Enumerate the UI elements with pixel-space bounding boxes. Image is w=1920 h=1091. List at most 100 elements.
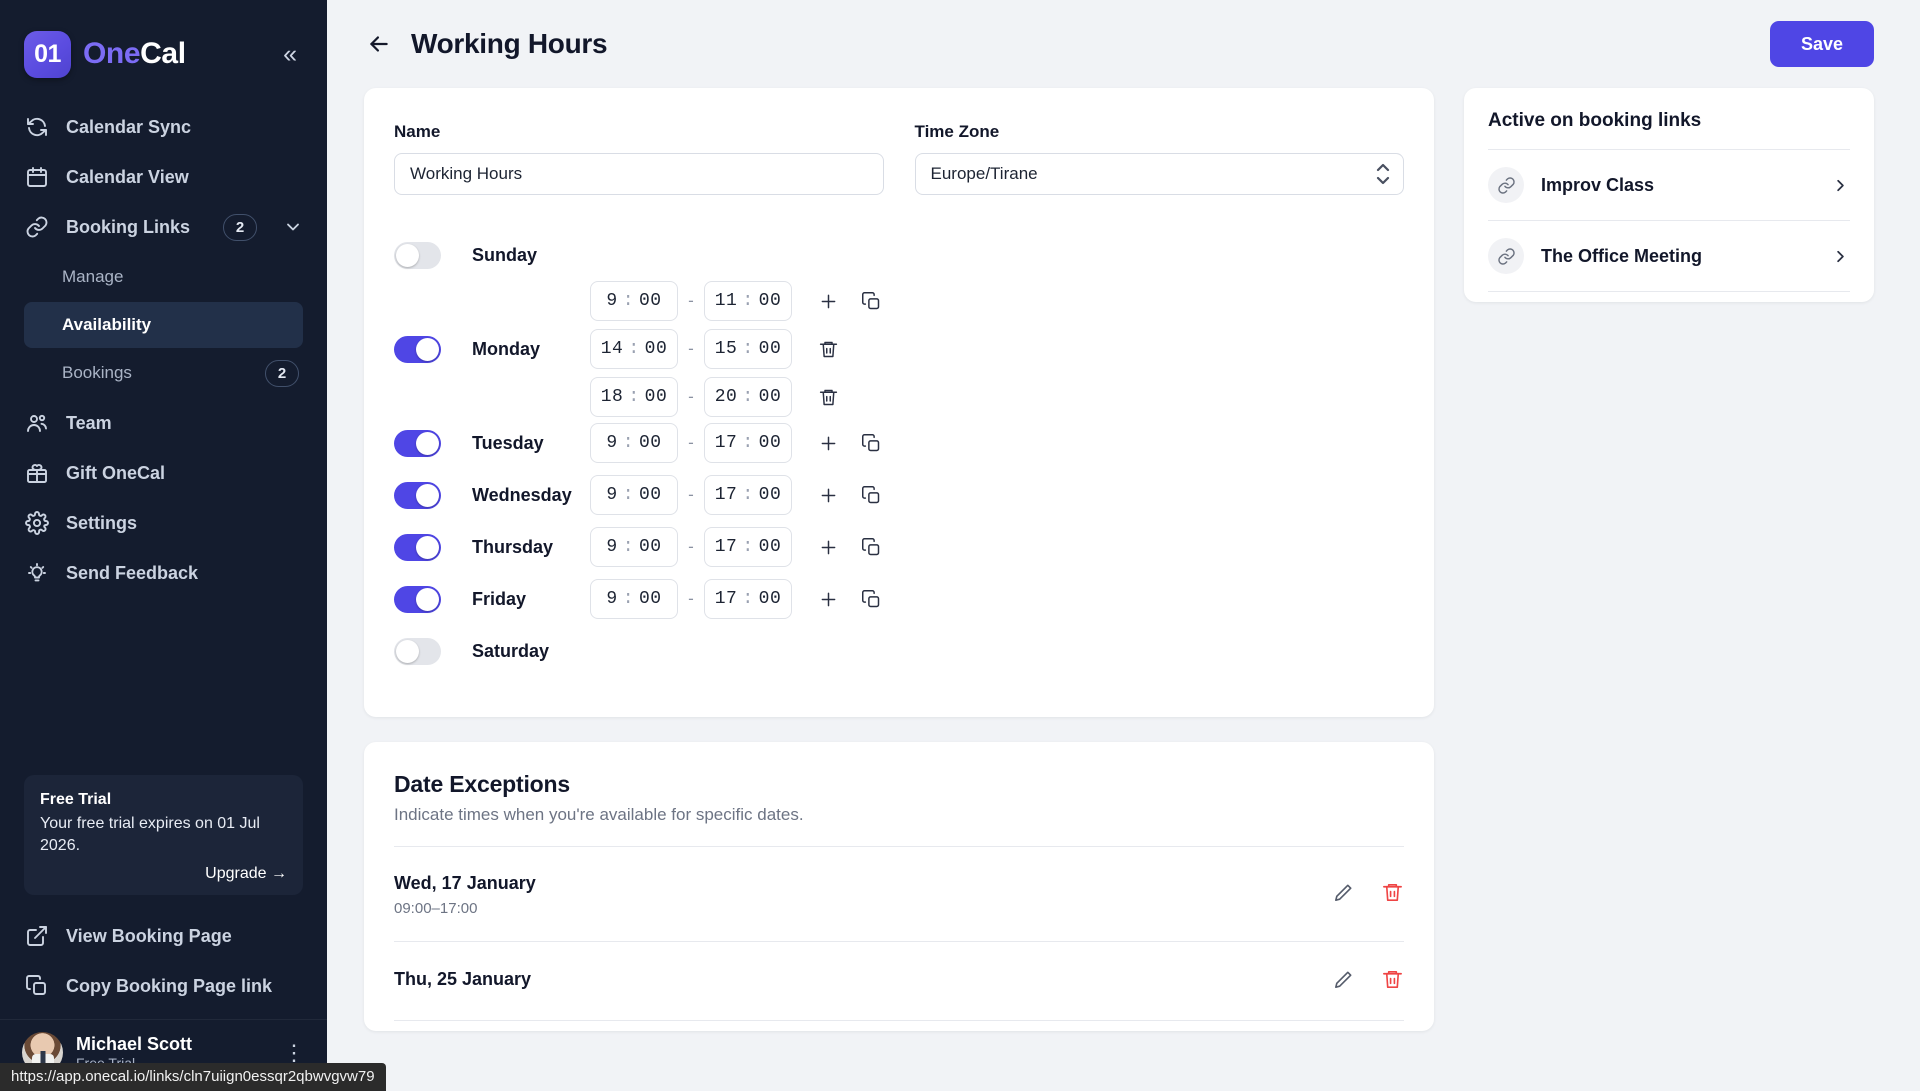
end-time-input[interactable]: 17:00	[704, 423, 792, 463]
chevron-right-icon[interactable]	[1831, 247, 1850, 266]
edit-exception-icon[interactable]	[1332, 968, 1355, 996]
toggle-knob	[416, 536, 439, 559]
end-minute-value: 00	[759, 589, 782, 609]
copy-times-icon[interactable]	[859, 587, 883, 611]
end-time-input[interactable]: 17:00	[704, 527, 792, 567]
sidebar-item-bookings[interactable]: Bookings 2	[24, 350, 303, 396]
day-row-tuesday: Tuesday9:00-17:00	[394, 417, 1404, 469]
start-time-input[interactable]: 9:00	[590, 281, 678, 321]
time-slot-row: 14:00-15:00	[590, 329, 883, 369]
edit-exception-icon[interactable]	[1332, 881, 1355, 909]
add-time-slot-icon[interactable]	[816, 587, 840, 611]
day-label: Friday	[472, 589, 590, 610]
delete-time-slot-icon[interactable]	[816, 385, 840, 409]
end-time-value: 17	[715, 433, 738, 453]
sidebar-item-gift-onecal[interactable]: Gift OneCal	[0, 448, 327, 498]
sidebar-item-team[interactable]: Team	[0, 398, 327, 448]
range-separator: -	[678, 537, 704, 557]
range-separator: -	[678, 485, 704, 505]
sidebar-spacer	[0, 598, 327, 775]
sidebar-item-booking-links[interactable]: Booking Links 2	[0, 202, 327, 252]
view-booking-page-button[interactable]: View Booking Page	[0, 911, 327, 961]
start-time-input[interactable]: 9:00	[590, 527, 678, 567]
start-time-input[interactable]: 9:00	[590, 475, 678, 515]
copy-times-icon[interactable]	[859, 535, 883, 559]
copy-times-icon[interactable]	[859, 483, 883, 507]
sidebar-item-availability[interactable]: Availability	[24, 302, 303, 348]
sidebar-item-manage[interactable]: Manage	[24, 254, 303, 300]
delete-exception-icon[interactable]	[1381, 881, 1404, 909]
upgrade-link[interactable]: Upgrade →	[40, 865, 287, 883]
delete-exception-icon[interactable]	[1381, 968, 1404, 996]
end-time-input[interactable]: 17:00	[704, 475, 792, 515]
chevron-right-icon[interactable]	[1831, 176, 1850, 195]
start-time-input[interactable]: 9:00	[590, 423, 678, 463]
copy-times-icon[interactable]	[859, 289, 883, 313]
end-time-input[interactable]: 17:00	[704, 579, 792, 619]
start-time-value: 9	[606, 433, 617, 453]
main-content: Working Hours Save Name Working Hours Ti	[327, 0, 1920, 1091]
end-time-input[interactable]: 20:00	[704, 377, 792, 417]
time-colon: :	[623, 433, 634, 453]
name-input[interactable]: Working Hours	[394, 153, 884, 195]
timezone-select[interactable]: Europe/Tirane	[915, 153, 1405, 195]
copy-booking-page-link-button[interactable]: Copy Booking Page link	[0, 961, 327, 1011]
timezone-label: Time Zone	[915, 122, 1405, 142]
add-time-slot-icon[interactable]	[816, 289, 840, 313]
status-bar-url: https://app.onecal.io/links/cln7uiign0es…	[0, 1063, 386, 1091]
booking-link-label: The Office Meeting	[1541, 246, 1702, 267]
onecal-wordmark: OneCal	[83, 37, 186, 71]
day-toggle-saturday[interactable]	[394, 638, 441, 665]
chevron-down-icon[interactable]	[283, 217, 303, 237]
save-button[interactable]: Save	[1770, 21, 1874, 67]
end-time-input[interactable]: 15:00	[704, 329, 792, 369]
day-label: Saturday	[472, 641, 590, 662]
end-time-input[interactable]: 11:00	[704, 281, 792, 321]
link-icon	[1488, 167, 1524, 203]
day-toggle-monday[interactable]	[394, 336, 441, 363]
add-time-slot-icon[interactable]	[816, 483, 840, 507]
day-label: Thursday	[472, 537, 590, 558]
end-minute-value: 00	[759, 291, 782, 311]
sidebar-item-calendar-sync[interactable]: Calendar Sync	[0, 102, 327, 152]
gear-icon	[24, 510, 50, 536]
day-row-wednesday: Wednesday9:00-17:00	[394, 469, 1404, 521]
day-toggle-friday[interactable]	[394, 586, 441, 613]
sidebar-item-send-feedback[interactable]: Send Feedback	[0, 548, 327, 598]
day-label: Sunday	[472, 245, 590, 266]
sidebar-item-settings[interactable]: Settings	[0, 498, 327, 548]
copy-times-icon[interactable]	[859, 431, 883, 455]
add-time-slot-icon[interactable]	[816, 535, 840, 559]
day-row-thursday: Thursday9:00-17:00	[394, 521, 1404, 573]
delete-time-slot-icon[interactable]	[816, 337, 840, 361]
sidebar-item-calendar-view[interactable]: Calendar View	[0, 152, 327, 202]
active-booking-links-card: Active on booking links Improv ClassThe …	[1464, 88, 1874, 302]
day-toggle-wednesday[interactable]	[394, 482, 441, 509]
time-slot-row: 9:00-17:00	[590, 423, 883, 463]
sidebar-item-label: Settings	[66, 513, 137, 534]
day-toggle-tuesday[interactable]	[394, 430, 441, 457]
start-time-input[interactable]: 9:00	[590, 579, 678, 619]
sidebar-subitem-label: Availability	[62, 315, 151, 335]
calendar-icon	[24, 164, 50, 190]
day-toggle-sunday[interactable]	[394, 242, 441, 269]
kebab-menu-icon[interactable]: ⋮	[283, 1042, 305, 1064]
booking-link-row[interactable]: Improv Class	[1488, 150, 1850, 221]
day-toggle-thursday[interactable]	[394, 534, 441, 561]
sidebar: 01 OneCal « Calendar Sync Calendar View	[0, 0, 327, 1091]
booking-link-row[interactable]: The Office Meeting	[1488, 221, 1850, 292]
date-exceptions-list: Wed, 17 January09:00–17:00Thu, 25 Januar…	[394, 847, 1404, 1021]
start-time-input[interactable]: 14:00	[590, 329, 678, 369]
chevrons-left-icon[interactable]: «	[277, 38, 303, 71]
date-exceptions-card: Date Exceptions Indicate times when you'…	[364, 742, 1434, 1031]
arrow-left-icon[interactable]	[364, 29, 394, 59]
external-link-icon	[24, 923, 50, 949]
add-time-slot-icon[interactable]	[816, 431, 840, 455]
time-colon: :	[623, 291, 634, 311]
start-time-input[interactable]: 18:00	[590, 377, 678, 417]
logo-mark-text: 01	[34, 40, 61, 69]
link-icon	[1488, 238, 1524, 274]
date-exceptions-subtitle: Indicate times when you're available for…	[394, 805, 1404, 825]
time-slot-row: 9:00-17:00	[590, 579, 883, 619]
toggle-knob	[416, 588, 439, 611]
